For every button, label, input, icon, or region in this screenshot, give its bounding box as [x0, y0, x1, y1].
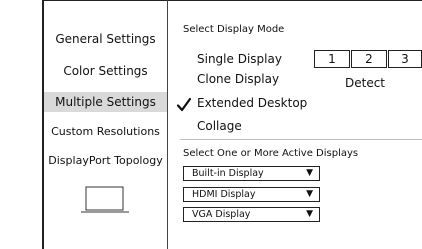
dropdown-label: HDMI Display	[192, 189, 256, 200]
mode-single-display[interactable]: Single Display	[197, 52, 282, 66]
dropdown-label: Built-in Display	[192, 168, 264, 179]
sidebar-item-color-settings[interactable]: Color Settings	[44, 62, 167, 80]
display-mode-header: Select Display Mode	[183, 24, 285, 35]
sidebar-item-custom-resolutions[interactable]: Custom Resolutions	[44, 124, 167, 140]
triangle-down-icon: ▼	[306, 209, 313, 219]
triangle-down-icon: ▼	[306, 189, 313, 199]
vga-display-dropdown[interactable]: VGA Display ▼	[183, 207, 320, 222]
mode-extended-desktop[interactable]: Extended Desktop	[197, 96, 307, 110]
triangle-down-icon: ▼	[306, 168, 313, 178]
sidebar-divider	[167, 0, 168, 249]
window-top-border	[42, 0, 422, 1]
sidebar-item-general-settings[interactable]: General Settings	[44, 30, 167, 48]
builtin-display-dropdown[interactable]: Built-in Display ▼	[183, 166, 320, 181]
sidebar-item-displayport-topology[interactable]: DisplayPort Topology	[44, 153, 167, 169]
active-displays-header: Select One or More Active Displays	[183, 148, 359, 159]
sidebar-item-multiple-settings[interactable]: Multiple Settings	[44, 92, 167, 112]
monitor-1-button[interactable]: 1	[314, 50, 350, 68]
dropdown-label: VGA Display	[192, 209, 251, 220]
mode-clone-display[interactable]: Clone Display	[197, 72, 279, 86]
section-separator	[180, 139, 422, 140]
laptop-icon	[81, 186, 129, 219]
detect-button[interactable]: Detect	[345, 76, 385, 90]
checkmark-icon	[176, 97, 192, 117]
monitor-3-button[interactable]: 3	[388, 50, 422, 68]
monitor-2-button[interactable]: 2	[351, 50, 387, 68]
hdmi-display-dropdown[interactable]: HDMI Display ▼	[183, 187, 320, 202]
mode-collage[interactable]: Collage	[197, 119, 242, 133]
